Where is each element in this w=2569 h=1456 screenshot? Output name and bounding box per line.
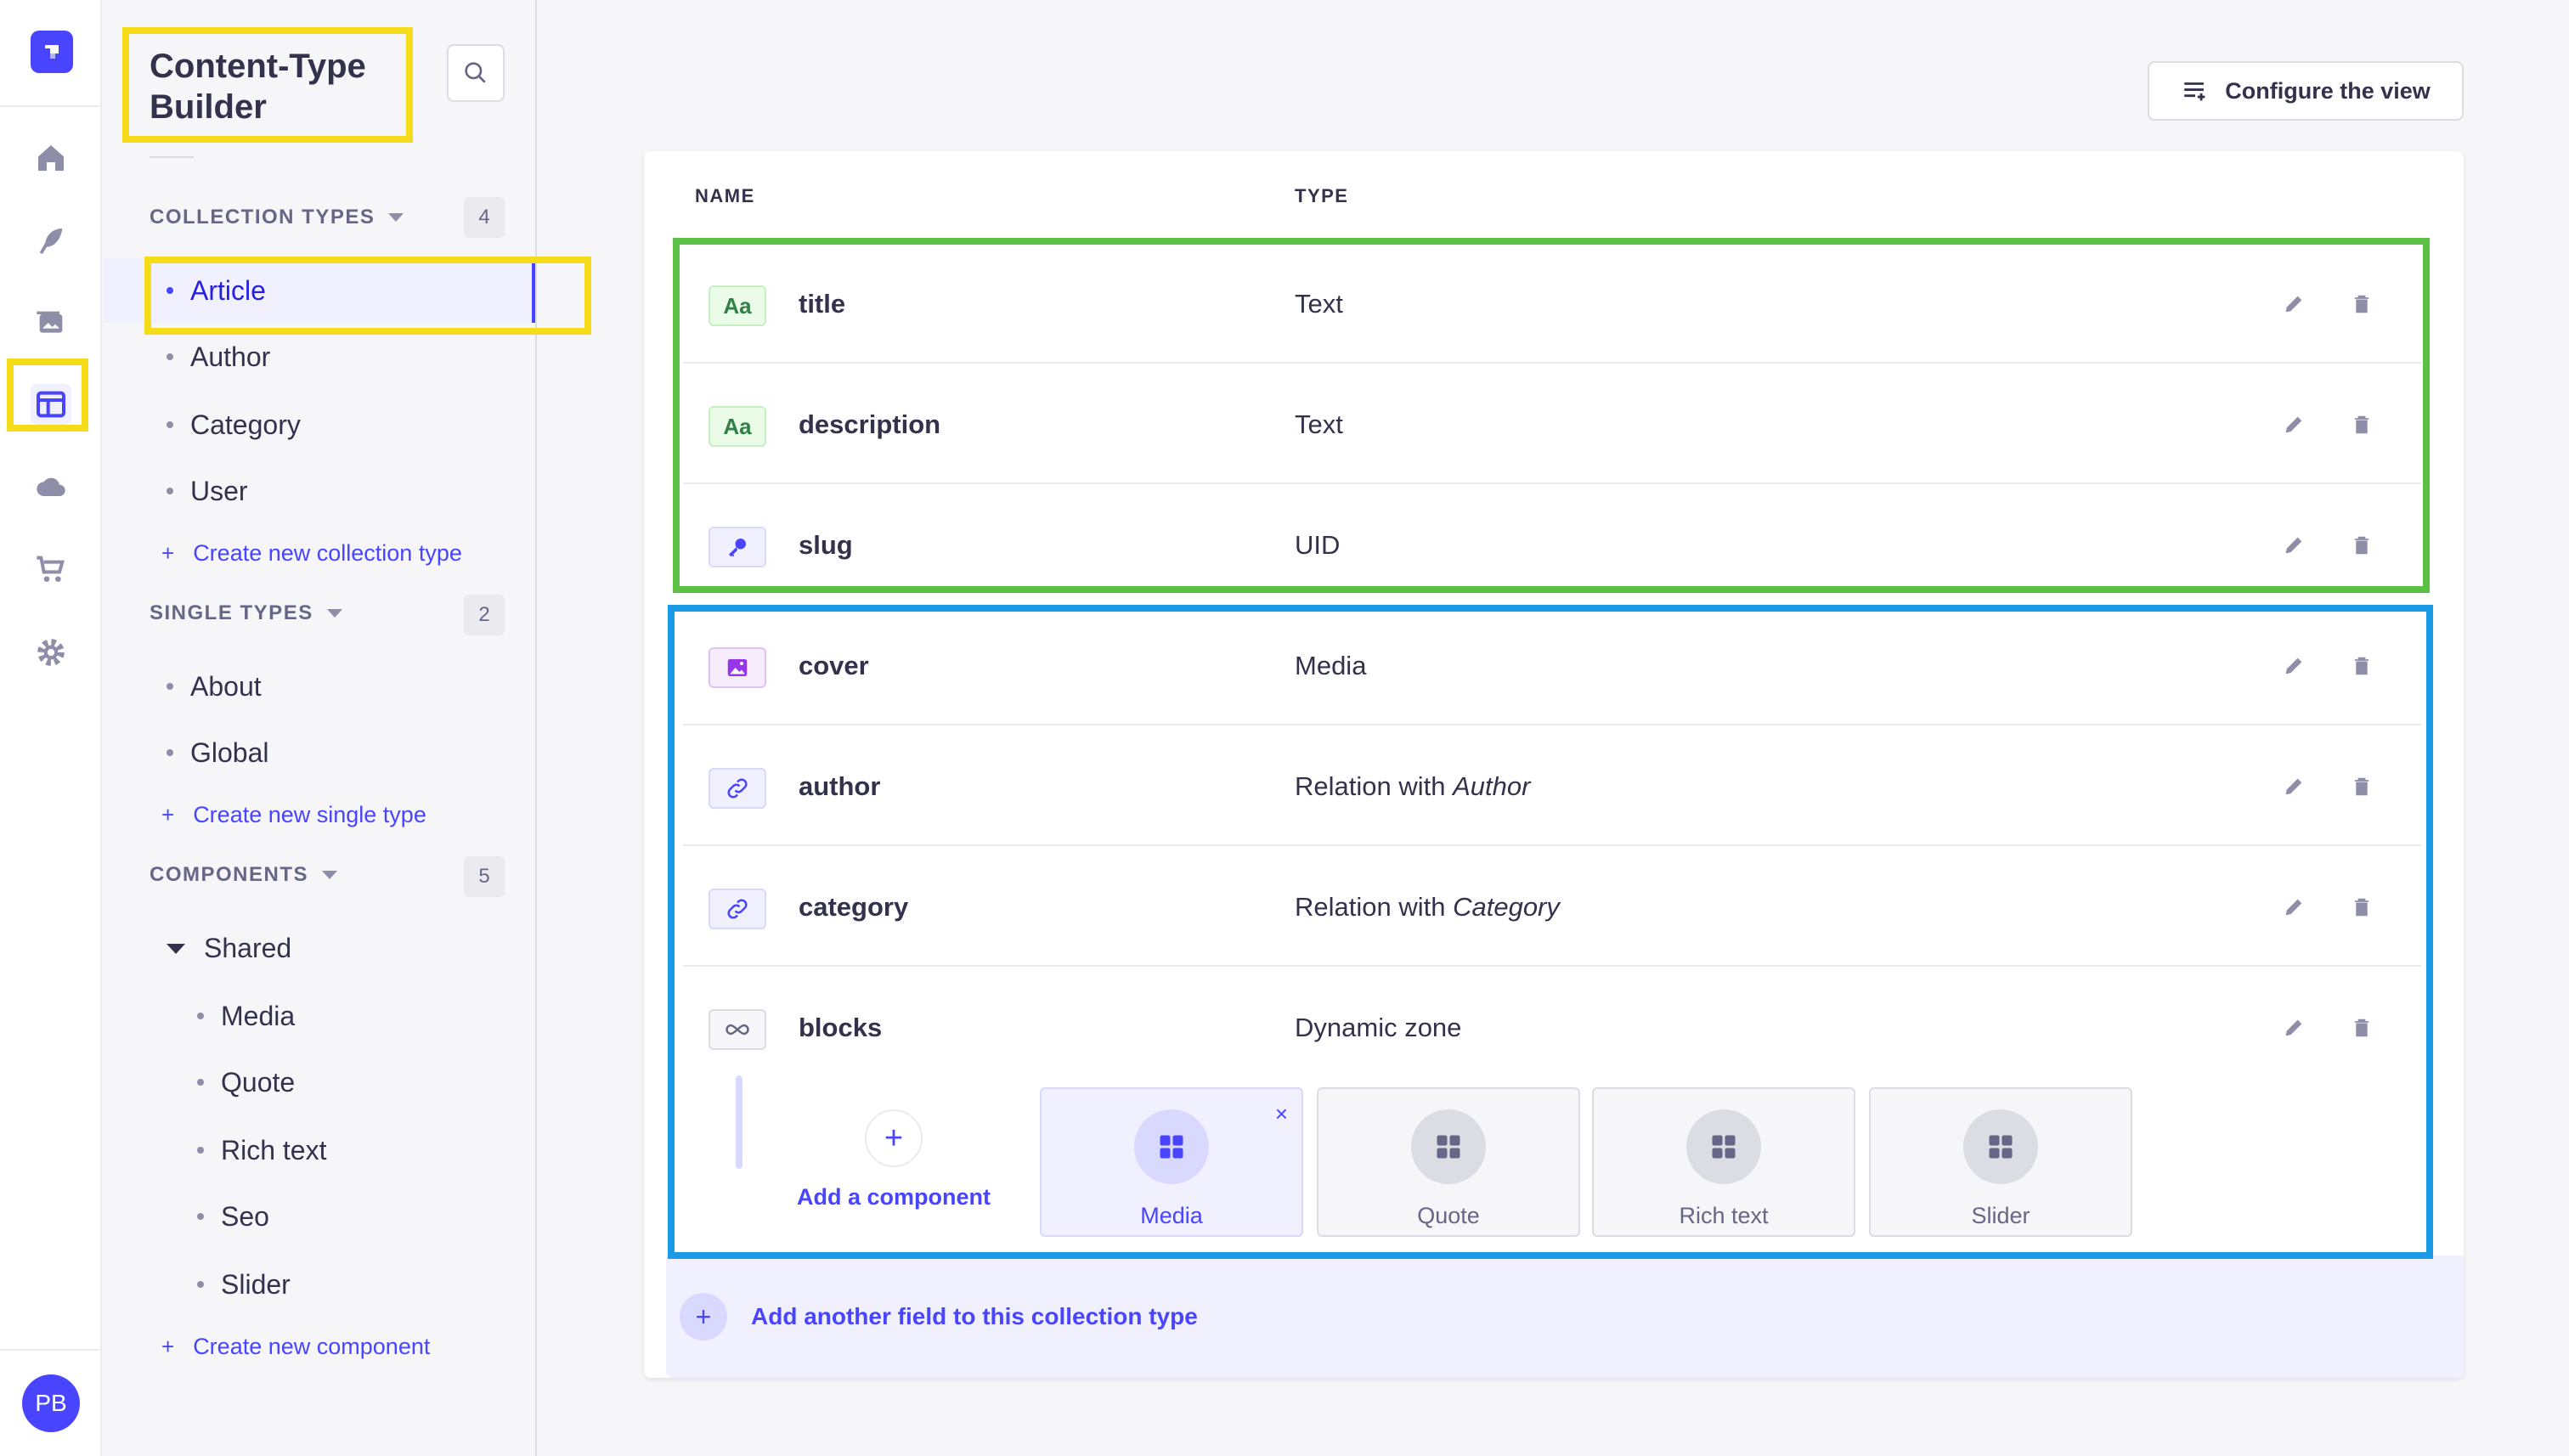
plus-icon: + — [161, 540, 175, 566]
create-component-link[interactable]: + Create new component — [161, 1334, 430, 1360]
sidebar-item-slider[interactable]: Slider — [150, 1252, 291, 1317]
strapi-logo[interactable] — [31, 31, 73, 73]
section-collection-label: COLLECTION TYPES — [150, 206, 375, 229]
section-single-types[interactable]: SINGLE TYPES — [150, 601, 342, 625]
settings-gear-icon[interactable] — [31, 632, 71, 673]
create-component-label: Create new component — [193, 1334, 431, 1359]
search-icon — [465, 62, 486, 83]
bullet-icon — [167, 353, 173, 360]
sidebar-search-button[interactable] — [447, 44, 505, 102]
configure-view-label: Configure the view — [2225, 77, 2431, 104]
section-collection-types[interactable]: COLLECTION TYPES — [150, 206, 404, 229]
chevron-down-icon — [388, 213, 404, 222]
chevron-down-icon — [322, 871, 338, 879]
home-icon[interactable] — [31, 138, 71, 178]
sidebar-item-label: Quote — [221, 1066, 296, 1098]
section-components-label: COMPONENTS — [150, 863, 309, 886]
chevron-down-icon — [167, 943, 185, 954]
bullet-icon — [167, 683, 173, 690]
create-single-type-link[interactable]: + Create new single type — [161, 802, 426, 828]
sidebar-item-label: Category — [190, 409, 301, 440]
bullet-icon — [167, 749, 173, 756]
components-count-badge: 5 — [464, 856, 505, 897]
sidebar-item-global[interactable]: Global — [150, 720, 269, 785]
sidebar-item-label: Global — [190, 736, 269, 768]
bullet-icon — [197, 1079, 204, 1086]
rail-divider-top — [0, 105, 102, 107]
cloud-icon[interactable] — [31, 467, 71, 508]
column-header-name: NAME — [695, 185, 755, 206]
component-group-shared[interactable]: Shared — [167, 933, 291, 964]
bullet-icon — [167, 421, 173, 428]
list-settings-icon — [2184, 82, 2205, 101]
sidebar-item-category[interactable]: Category — [150, 392, 301, 457]
component-group-label: Shared — [204, 933, 292, 963]
bullet-icon — [197, 1281, 204, 1288]
sidebar-item-author[interactable]: Author — [150, 324, 270, 389]
single-count-badge: 2 — [464, 595, 505, 635]
sidebar-item-seo[interactable]: Seo — [150, 1184, 269, 1249]
plus-icon: + — [680, 1293, 727, 1340]
add-field-label: Add another field to this collection typ… — [751, 1303, 1198, 1329]
sidebar-item-about[interactable]: About — [150, 654, 262, 719]
content-manager-feather-icon[interactable] — [31, 221, 71, 262]
sidebar-item-label: Slider — [221, 1268, 291, 1300]
sidebar-item-label: Author — [190, 341, 271, 372]
sidebar-item-user[interactable]: User — [150, 459, 248, 523]
section-components[interactable]: COMPONENTS — [150, 863, 338, 887]
rail-divider-bottom — [0, 1349, 102, 1351]
column-header-type: TYPE — [1295, 185, 1349, 206]
highlight-sidebar-title — [122, 27, 413, 143]
bullet-icon — [197, 1147, 204, 1154]
collection-count-badge: 4 — [464, 197, 505, 238]
sidebar-item-label: Rich text — [221, 1134, 327, 1165]
sidebar-item-rich-text[interactable]: Rich text — [150, 1118, 326, 1182]
main-nav-rail: PB — [0, 0, 102, 1456]
sidebar-item-label: Seo — [221, 1200, 269, 1232]
sidebar-separator — [150, 156, 194, 158]
create-single-label: Create new single type — [193, 802, 426, 827]
sidebar-item-media[interactable]: Media — [150, 984, 295, 1048]
sidebar-item-label: About — [190, 670, 262, 702]
highlight-basic-fields — [673, 238, 2430, 593]
bullet-icon — [197, 1013, 204, 1019]
chevron-down-icon — [326, 609, 342, 618]
ctb-sidebar: Content-Type Builder COLLECTION TYPES 4 … — [104, 0, 591, 1456]
add-field-button[interactable]: + Add another field to this collection t… — [666, 1256, 2464, 1378]
bullet-icon — [167, 488, 173, 494]
plus-icon: + — [161, 802, 175, 827]
media-library-icon[interactable] — [31, 302, 71, 343]
user-avatar[interactable]: PB — [22, 1374, 80, 1432]
plus-icon: + — [161, 1334, 175, 1359]
sidebar-item-label: User — [190, 475, 248, 506]
marketplace-cart-icon[interactable] — [31, 549, 71, 590]
sidebar-item-quote[interactable]: Quote — [150, 1050, 295, 1115]
section-single-label: SINGLE TYPES — [150, 601, 313, 624]
create-collection-label: Create new collection type — [193, 540, 462, 566]
sidebar-item-label: Media — [221, 1000, 296, 1031]
bullet-icon — [197, 1213, 204, 1220]
configure-view-button[interactable]: Configure the view — [2148, 61, 2464, 121]
highlight-article-item — [144, 257, 591, 335]
create-collection-type-link[interactable]: + Create new collection type — [161, 540, 462, 567]
highlight-ctb-nav — [7, 358, 88, 432]
highlight-relation-fields — [668, 605, 2433, 1259]
logo-glyph-icon — [45, 45, 59, 59]
